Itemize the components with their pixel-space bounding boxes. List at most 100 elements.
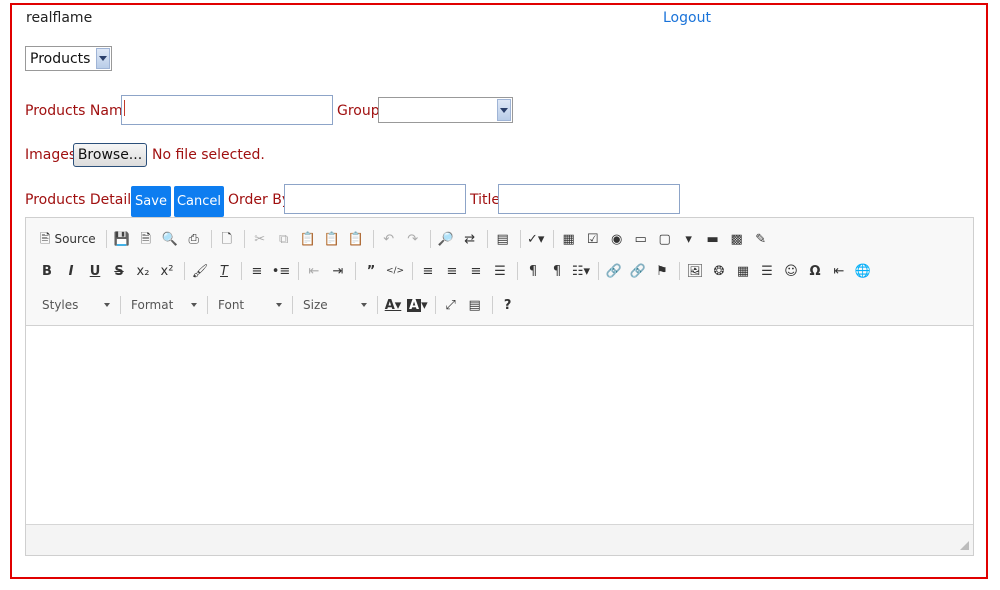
- preview-button[interactable]: 🔍: [159, 228, 181, 250]
- remove-format-button[interactable]: T: [213, 260, 235, 282]
- cancel-button[interactable]: Cancel: [174, 186, 224, 217]
- bulleted-list-button[interactable]: •≡: [270, 260, 292, 282]
- checkbox-button[interactable]: ☑: [582, 228, 604, 250]
- justify-button[interactable]: ☰: [489, 260, 511, 282]
- underline-button[interactable]: U: [84, 260, 106, 282]
- select-field-button[interactable]: ▾: [678, 228, 700, 250]
- spellcheck-button[interactable]: ✓▾: [525, 228, 547, 250]
- username-label: realflame: [26, 10, 93, 26]
- editor-content-area[interactable]: [26, 326, 973, 526]
- order-by-input[interactable]: [284, 184, 466, 214]
- textfield-button[interactable]: ▭: [630, 228, 652, 250]
- outdent-button[interactable]: ⇤: [303, 260, 325, 282]
- browse-button[interactable]: Browse...: [73, 143, 147, 167]
- size-label: Size: [303, 298, 328, 312]
- image-button[interactable]: 🖼: [684, 260, 706, 282]
- superscript-button[interactable]: x²: [156, 260, 178, 282]
- align-center-button[interactable]: ≡: [441, 260, 463, 282]
- button-field-button[interactable]: ▬: [702, 228, 724, 250]
- redo-button[interactable]: ↷: [402, 228, 424, 250]
- undo-button[interactable]: ↶: [378, 228, 400, 250]
- products-name-input[interactable]: [121, 95, 333, 125]
- products-details-label: Products Details :: [25, 192, 148, 208]
- textfield-icon: ▭: [634, 231, 647, 247]
- font-dropdown[interactable]: Font: [212, 294, 288, 316]
- div-button[interactable]: </>: [384, 260, 406, 282]
- subscript-button[interactable]: x₂: [132, 260, 154, 282]
- strike-button[interactable]: S: [108, 260, 130, 282]
- toolbar-row-3: Styles Format Font Size A▾ A ▾ ⤢ ▤ ?: [36, 294, 963, 316]
- save-doc-button[interactable]: 💾: [111, 228, 133, 250]
- format-dropdown[interactable]: Format: [125, 294, 203, 316]
- select-all-icon: ▤: [496, 231, 509, 247]
- section-select[interactable]: Products: [25, 46, 112, 71]
- about-button[interactable]: ?: [497, 294, 519, 316]
- form-button[interactable]: ▦: [558, 228, 580, 250]
- hidden-field-button[interactable]: ✎: [750, 228, 772, 250]
- templates-icon: 🗋: [221, 231, 232, 247]
- blockquote-button[interactable]: ”: [360, 260, 382, 282]
- copy-format-button[interactable]: 🖌: [189, 260, 211, 282]
- bg-color-icon: A: [407, 297, 422, 313]
- print-button[interactable]: ⎙: [183, 228, 205, 250]
- cut-button[interactable]: ✂: [249, 228, 271, 250]
- remove-format-icon: T: [220, 263, 228, 279]
- image-icon: 🖼: [686, 263, 704, 279]
- templates-button[interactable]: 🗋: [216, 228, 238, 250]
- italic-button[interactable]: I: [60, 260, 82, 282]
- text-color-button[interactable]: A▾: [382, 294, 404, 316]
- toolbar-separator: [519, 230, 521, 248]
- horizontal-rule-button[interactable]: ☰: [756, 260, 778, 282]
- form-icon: ▦: [562, 231, 575, 247]
- flash-icon: ❂: [713, 263, 725, 279]
- new-page-button[interactable]: 🗎: [135, 228, 157, 250]
- paste-button[interactable]: 📋: [297, 228, 319, 250]
- smiley-button[interactable]: ☺: [780, 260, 802, 282]
- styles-dropdown[interactable]: Styles: [36, 294, 116, 316]
- numbered-list-button[interactable]: ≡: [246, 260, 268, 282]
- group-select[interactable]: [378, 97, 513, 123]
- align-left-button[interactable]: ≡: [417, 260, 439, 282]
- replace-button[interactable]: ⇄: [459, 228, 481, 250]
- superscript-icon: x²: [160, 263, 174, 279]
- text-color-icon: A▾: [384, 297, 402, 313]
- chevron-down-icon: [497, 99, 511, 121]
- bg-color-button[interactable]: A ▾: [406, 294, 429, 316]
- toolbar-separator: [434, 296, 436, 314]
- link-button[interactable]: 🔗: [603, 260, 625, 282]
- align-right-button[interactable]: ≡: [465, 260, 487, 282]
- indent-icon: ⇥: [332, 263, 344, 279]
- source-button[interactable]: 🖹 Source: [36, 228, 100, 250]
- ltr-button[interactable]: ¶: [522, 260, 544, 282]
- print-icon: ⎙: [188, 231, 199, 247]
- select-all-button[interactable]: ▤: [492, 228, 514, 250]
- find-button[interactable]: 🔎: [435, 228, 457, 250]
- show-blocks-button[interactable]: ▤: [464, 294, 486, 316]
- save-button[interactable]: Save: [131, 186, 171, 217]
- table-button[interactable]: ▦: [732, 260, 754, 282]
- bold-icon: B: [42, 263, 52, 279]
- bold-button[interactable]: B: [36, 260, 58, 282]
- page-break-button[interactable]: ⇤: [828, 260, 850, 282]
- rtl-button[interactable]: ¶: [546, 260, 568, 282]
- flash-button[interactable]: ❂: [708, 260, 730, 282]
- paste-word-button[interactable]: 📋: [345, 228, 367, 250]
- iframe-button[interactable]: 🌐: [852, 260, 874, 282]
- paste-text-button[interactable]: 📋: [321, 228, 343, 250]
- chevron-down-icon: [276, 303, 282, 307]
- logout-link[interactable]: Logout: [663, 10, 711, 26]
- unlink-button[interactable]: 🔗: [627, 260, 649, 282]
- image-button-button[interactable]: ▩: [726, 228, 748, 250]
- special-char-button[interactable]: Ω: [804, 260, 826, 282]
- copy-button[interactable]: ⧉: [273, 228, 295, 250]
- anchor-button[interactable]: ⚑: [651, 260, 673, 282]
- resize-grip-icon[interactable]: [960, 541, 969, 550]
- maximize-button[interactable]: ⤢: [440, 294, 462, 316]
- textarea-button[interactable]: ▢: [654, 228, 676, 250]
- title-label: Title: [470, 192, 501, 208]
- indent-button[interactable]: ⇥: [327, 260, 349, 282]
- language-button[interactable]: ☷▾: [570, 260, 592, 282]
- title-input[interactable]: [498, 184, 680, 214]
- radio-button[interactable]: ◉: [606, 228, 628, 250]
- size-dropdown[interactable]: Size: [297, 294, 373, 316]
